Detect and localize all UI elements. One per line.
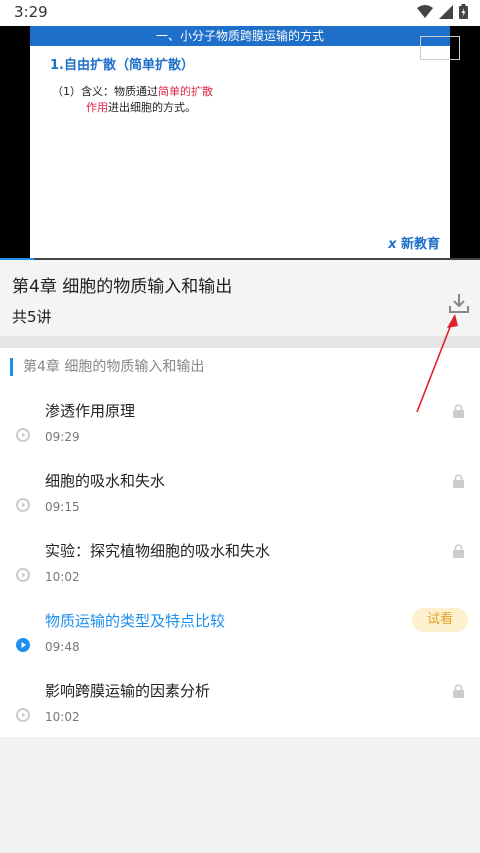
slide-line1-prefix: （1）含义：物质通过 <box>52 85 158 98</box>
fullscreen-button[interactable] <box>420 36 460 60</box>
lesson-duration: 10:02 <box>45 710 80 724</box>
lock-icon <box>453 474 464 488</box>
lesson-count: 共5讲 <box>12 308 52 326</box>
play-icon <box>16 498 30 512</box>
play-icon <box>16 568 30 582</box>
trial-badge[interactable]: 试看 <box>412 608 468 632</box>
lesson-duration: 09:29 <box>45 430 80 444</box>
slide-line2-red: 作用 <box>86 101 108 114</box>
play-icon <box>16 428 30 442</box>
battery-icon <box>459 4 468 19</box>
logo-mark-icon: ⅹ <box>388 237 397 252</box>
lesson-name: 影响跨膜运输的因素分析 <box>45 682 211 700</box>
slide-line2-rest: 进出细胞的方式。 <box>108 101 196 114</box>
section-divider <box>0 336 480 348</box>
slide-line1-red: 简单的扩散 <box>158 85 213 98</box>
video-slide: 一、小分子物质跨膜运输的方式 1.自由扩散（简单扩散） （1）含义：物质通过简单… <box>30 26 450 258</box>
status-bar: 3:29 <box>0 0 480 26</box>
status-icons <box>417 4 468 19</box>
lock-icon <box>453 684 464 698</box>
download-icon[interactable] <box>448 292 470 314</box>
slide-header: 一、小分子物质跨膜运输的方式 <box>30 26 450 46</box>
logo-text: 新教育 <box>400 237 440 252</box>
lesson-row[interactable]: 实验：探究植物细胞的吸水和失水 10:02 <box>0 540 480 610</box>
play-icon <box>16 638 30 652</box>
lesson-duration: 10:02 <box>45 570 80 584</box>
wifi-icon <box>417 4 433 18</box>
course-title: 第4章 细胞的物质输入和输出 <box>12 277 233 297</box>
status-time: 3:29 <box>14 3 48 21</box>
video-player[interactable]: 一、小分子物质跨膜运输的方式 1.自由扩散（简单扩散） （1）含义：物质通过简单… <box>0 26 480 260</box>
lesson-name: 物质运输的类型及特点比较 <box>45 612 226 630</box>
course-info: 第4章 细胞的物质输入和输出 共5讲 <box>0 260 480 336</box>
lesson-row[interactable]: 细胞的吸水和失水 09:15 <box>0 470 480 540</box>
lesson-row-active[interactable]: 物质运输的类型及特点比较 09:48 试看 <box>0 608 480 680</box>
signal-icon <box>439 4 453 19</box>
lesson-row[interactable]: 渗透作用原理 09:29 <box>0 400 480 470</box>
lesson-duration: 09:48 <box>45 640 80 654</box>
lesson-name: 细胞的吸水和失水 <box>45 472 166 490</box>
section-title: 第4章 细胞的物质输入和输出 <box>10 358 204 376</box>
lock-icon <box>453 404 464 418</box>
brand-logo: ⅹ 新教育 <box>388 233 440 252</box>
slide-heading: 1.自由扩散（简单扩散） <box>50 58 194 73</box>
play-icon <box>16 708 30 722</box>
lesson-row[interactable]: 影响跨膜运输的因素分析 10:02 <box>0 680 480 750</box>
lesson-duration: 09:15 <box>45 500 80 514</box>
lock-icon <box>453 544 464 558</box>
lesson-name: 渗透作用原理 <box>45 402 136 420</box>
lesson-name: 实验：探究植物细胞的吸水和失水 <box>45 542 271 560</box>
lesson-list: 第4章 细胞的物质输入和输出 渗透作用原理 09:29 细胞的吸水和失水 09:… <box>0 348 480 737</box>
slide-text: （1）含义：物质通过简单的扩散 作用进出细胞的方式。 <box>52 84 213 116</box>
